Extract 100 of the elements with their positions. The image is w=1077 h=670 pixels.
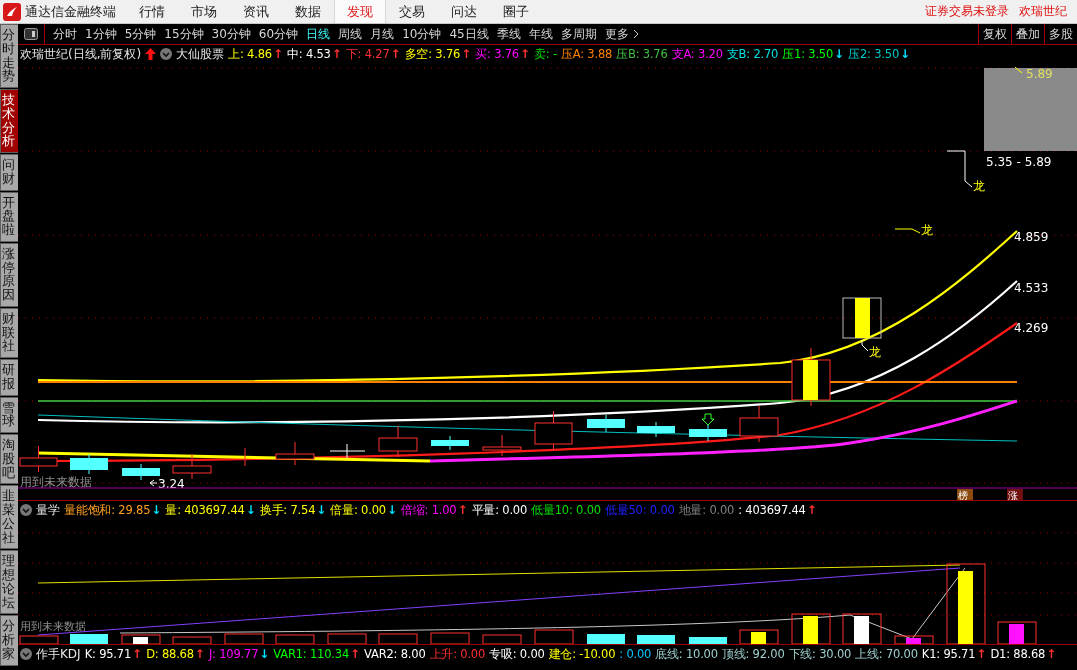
indicator-reading: 支B: 2.70: [726, 46, 779, 62]
sidebar-tab[interactable]: 分时走势: [0, 24, 18, 88]
toolbar-button[interactable]: 复权: [978, 24, 1011, 44]
period-tab[interactable]: 周线: [334, 25, 367, 43]
indicator-reading: 量能饱和: 29.85: [64, 502, 151, 518]
indicator-reading: K1: 95.71: [921, 647, 976, 661]
trend-arrow: ↑: [520, 47, 531, 61]
period-tab[interactable]: 更多: [600, 25, 633, 43]
trend-arrow: ↓: [245, 503, 256, 517]
indicator-reading: 换手: 7.54: [259, 502, 316, 518]
trend-arrow: ↑: [350, 647, 361, 661]
period-tab[interactable]: 30分钟: [207, 25, 255, 43]
sidebar-tab[interactable]: 问财: [0, 154, 18, 191]
indicator-reading: 底线: 10.00: [655, 646, 718, 662]
trend-arrow: ↑: [806, 503, 817, 517]
toolbar-button[interactable]: 叠加: [1011, 24, 1044, 44]
tag-badge: 榜: [957, 489, 973, 500]
sidebar-tab[interactable]: 财联社: [0, 307, 18, 358]
period-tab[interactable]: 年线: [524, 25, 557, 43]
menu-tab[interactable]: 市场: [178, 0, 230, 23]
sidebar-tab[interactable]: 研报: [0, 359, 18, 396]
candlestick: [244, 447, 246, 467]
indicator-reading: D: 88.68: [146, 647, 194, 661]
collapse-icon[interactable]: [20, 504, 32, 516]
indicator-reading: 压A: 3.88: [560, 46, 613, 62]
candlestick: [172, 453, 212, 480]
indicator-reading: 压1: 3.50: [782, 46, 834, 62]
status-link[interactable]: 证券交易未登录: [925, 3, 1009, 20]
menu-tab[interactable]: 圈子: [490, 0, 542, 23]
indicator-reading: 低量50: 0.00: [604, 502, 675, 518]
volume-bar: [637, 635, 675, 644]
toolbar-button[interactable]: 多股: [1044, 24, 1077, 44]
indicator-reading: 上: 4.86: [228, 46, 272, 62]
period-tab[interactable]: 月线: [366, 25, 399, 43]
indicator-reading: 平量: 0.00: [471, 502, 528, 518]
indicator-reading: 压B: 3.76: [616, 46, 668, 62]
period-tab[interactable]: 60分钟: [254, 25, 303, 43]
candlestick: [482, 434, 522, 457]
period-tab[interactable]: 15分钟: [160, 25, 208, 43]
candlestick: [739, 405, 779, 443]
panel-toggle-icon[interactable]: [24, 28, 38, 40]
collapse-icon[interactable]: [20, 648, 32, 660]
period-tab[interactable]: 季线: [492, 25, 525, 43]
candlestick: [70, 453, 108, 475]
candlestick: [534, 410, 573, 451]
indicator-reading: 卖: -: [534, 46, 557, 62]
sidebar-tab[interactable]: 雪球: [0, 396, 18, 433]
sidebar-tab[interactable]: 开盘啦: [0, 191, 18, 242]
volume-bar: [224, 633, 264, 644]
volume-bar: [430, 632, 470, 644]
candlestick: [791, 347, 831, 407]
indicator-name: 作手KDJ: [36, 645, 81, 663]
chevron-right-icon[interactable]: [632, 29, 639, 39]
period-tab[interactable]: 45日线: [445, 25, 493, 43]
menu-tab[interactable]: 发现: [334, 0, 386, 23]
chart-note: 用到未来数据: [20, 475, 92, 489]
candlestick: [431, 435, 469, 451]
indicator-reading: 多空: 3.76: [404, 46, 461, 62]
indicator-reading: 量: 403697.44: [165, 502, 245, 518]
sidebar-tab[interactable]: 韭菜公社: [0, 485, 18, 550]
indicator-reading: 下: 4.27: [345, 46, 390, 62]
menu-tab[interactable]: 问达: [438, 0, 490, 23]
status-link[interactable]: 欢瑞世纪: [1019, 3, 1067, 20]
sidebar-tab[interactable]: 理想论坛: [0, 550, 18, 615]
indicator-reading: 上线: 70.00: [855, 646, 918, 662]
indicator-reading: 地量: 0.00: [678, 502, 735, 518]
indicator-reading: 倍量: 0.00: [330, 502, 386, 518]
period-tab[interactable]: 多周期: [556, 25, 601, 43]
leader-line: [1014, 66, 1023, 74]
sidebar-tab[interactable]: 淘股吧: [0, 434, 18, 485]
menu-tab[interactable]: 交易: [386, 0, 438, 23]
trend-arrow: ↑: [132, 647, 143, 661]
indicator-reading: 下线: 30.00: [788, 646, 852, 662]
trend-arrow: ↓: [259, 647, 270, 661]
menu-tab[interactable]: 数据: [282, 0, 334, 23]
app-logo-icon: [3, 2, 21, 21]
sidebar-tab[interactable]: 涨停原因: [0, 242, 18, 307]
collapse-icon[interactable]: [160, 48, 173, 60]
signal-label: 龙: [921, 223, 933, 237]
candlestick: [19, 445, 58, 473]
bracket-line: [946, 150, 973, 188]
menu-tab[interactable]: 资讯: [230, 0, 282, 23]
period-tab[interactable]: 分时: [49, 25, 81, 43]
sidebar-tab[interactable]: 分析家: [0, 615, 18, 666]
sidebar-tab[interactable]: 技术分析: [0, 89, 18, 153]
indicator-reading: 顶线: 92.00: [721, 646, 785, 662]
signal-label: 龙: [973, 179, 985, 193]
price-label: 5.89: [1026, 67, 1053, 81]
indicator-reading: J: 109.77: [208, 647, 259, 661]
indicator-reading: 支A: 3.20: [671, 46, 723, 62]
volume-bar: [689, 637, 727, 644]
trend-arrow: ↓: [151, 503, 162, 517]
period-tab[interactable]: 5分钟: [120, 25, 161, 43]
period-tab[interactable]: 1分钟: [81, 25, 121, 43]
trend-arrow: ↓: [316, 503, 327, 517]
menu-tab[interactable]: 行情: [126, 0, 178, 23]
period-tab[interactable]: 日线: [302, 25, 335, 43]
period-tab[interactable]: 10分钟: [398, 25, 446, 43]
price-range-label: 5.35 - 5.89: [986, 155, 1052, 169]
candlestick: [329, 443, 366, 459]
